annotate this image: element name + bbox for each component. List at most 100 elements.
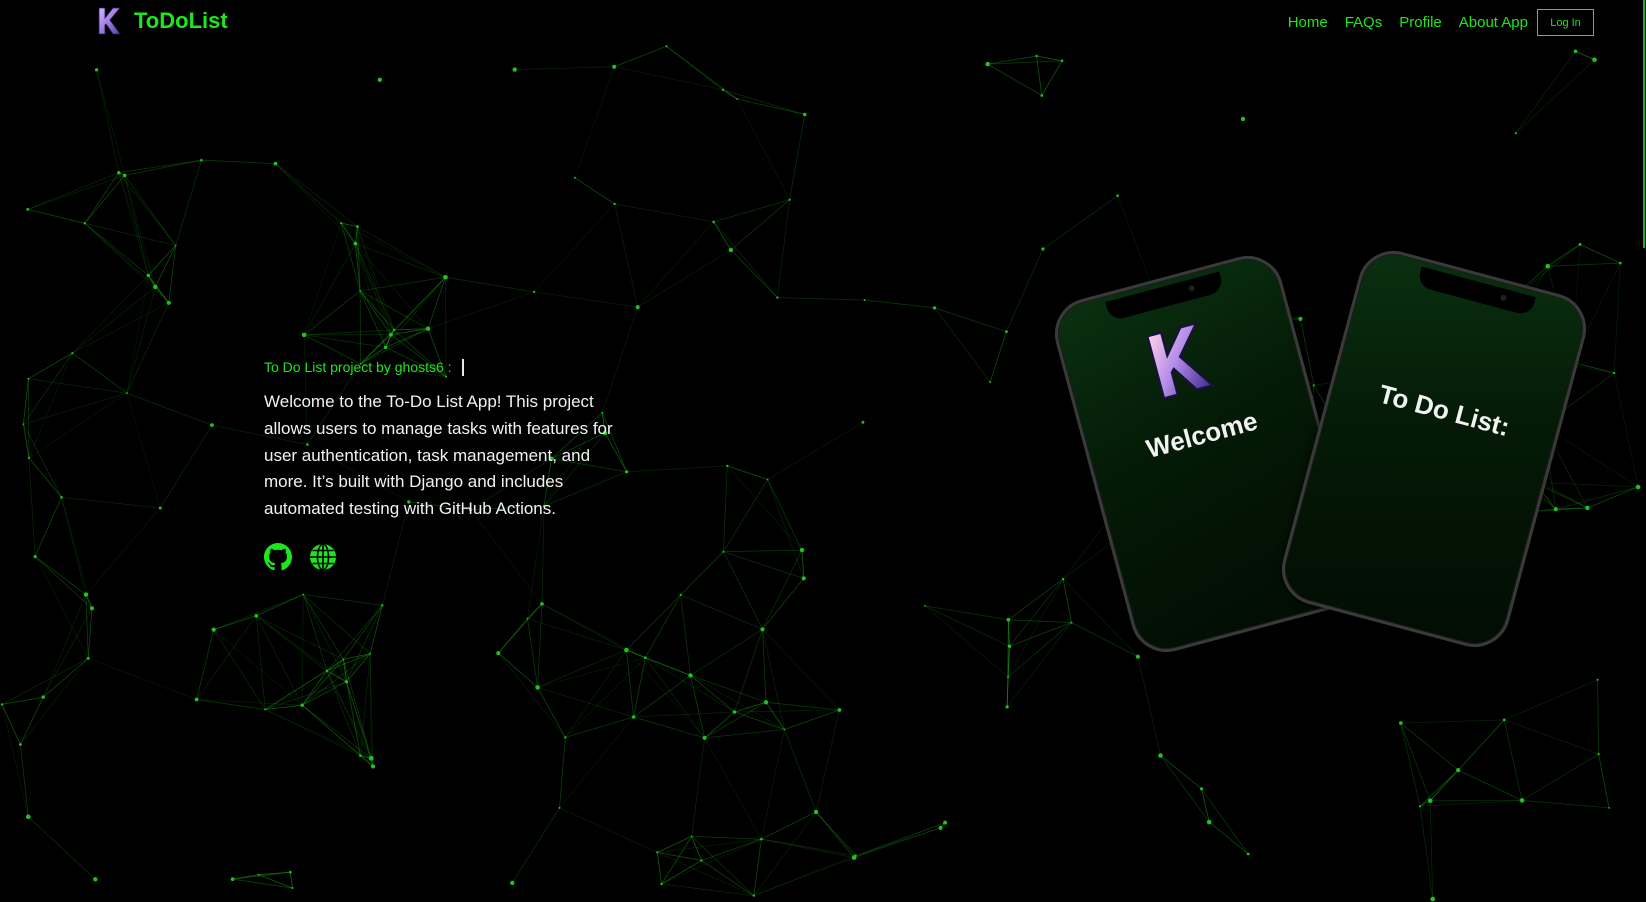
website-link[interactable] [309, 543, 337, 571]
k-logo-icon [1146, 321, 1215, 400]
network-node [273, 161, 278, 166]
network-line [713, 221, 778, 298]
network-line [626, 649, 691, 676]
network-node [27, 456, 31, 459]
network-line [1547, 262, 1621, 267]
network-line [734, 711, 785, 730]
network-node [300, 703, 304, 707]
network-node [369, 652, 372, 655]
network-line [72, 352, 128, 394]
scrollbar[interactable] [1643, 0, 1645, 248]
network-node [344, 680, 348, 684]
network-node [1585, 505, 1590, 511]
network-line [761, 811, 817, 840]
network-node [1158, 753, 1163, 758]
camera-icon [1187, 284, 1196, 293]
network-node [760, 837, 763, 841]
network-line [23, 392, 128, 425]
network-line [1555, 486, 1639, 510]
nav-profile[interactable]: Profile [1399, 14, 1442, 31]
network-line [637, 221, 714, 308]
network-line [96, 69, 120, 173]
network-line [148, 245, 176, 276]
network-line [369, 653, 372, 759]
network-line [1503, 719, 1523, 801]
network-line [1571, 361, 1615, 374]
hero-subtitle: To Do List project by ghosts6 : [264, 359, 452, 375]
github-link[interactable] [264, 542, 292, 571]
network-line [213, 594, 304, 630]
network-line [762, 629, 840, 711]
network-node [1456, 768, 1461, 773]
brand[interactable]: ToDoList [96, 6, 228, 36]
network-node [1200, 787, 1204, 791]
network-node [230, 877, 235, 881]
login-button[interactable]: Log In [1537, 9, 1594, 36]
network-line [355, 243, 446, 278]
network-line [1, 704, 21, 745]
network-line [28, 457, 62, 498]
network-node [722, 550, 725, 553]
network-node [0, 703, 4, 706]
network-line [72, 302, 169, 354]
network-node [932, 306, 937, 310]
network-line [126, 392, 213, 426]
network-node [540, 602, 544, 606]
network-line [924, 605, 1009, 678]
page: ToDoList Home FAQs Profile About App Log… [0, 0, 1646, 902]
network-line [765, 701, 840, 711]
nav-about-app[interactable]: About App [1459, 14, 1528, 31]
network-node [41, 695, 45, 699]
network-node [1041, 247, 1045, 251]
nav-faqs[interactable]: FAQs [1345, 14, 1383, 31]
network-node [732, 710, 737, 714]
network-line [723, 465, 728, 552]
network-line [1137, 656, 1161, 756]
network-line [924, 605, 1009, 621]
network-line [680, 551, 724, 596]
hero-description: Welcome to the To-Do List App! This proj… [264, 392, 613, 519]
network-line [723, 551, 804, 579]
network-node [1298, 316, 1303, 321]
network-node [631, 715, 636, 719]
network-node [254, 614, 259, 618]
network-line [777, 199, 790, 298]
network-node [1116, 194, 1119, 197]
network-node [264, 708, 267, 711]
network-line [85, 507, 161, 595]
network-node [1060, 59, 1064, 63]
network-node [1635, 484, 1641, 490]
nav-home[interactable]: Home [1288, 14, 1328, 31]
network-node [1545, 263, 1550, 269]
network-node [496, 651, 501, 656]
network-line [265, 709, 372, 759]
network-line [118, 172, 156, 288]
network-node [679, 593, 682, 597]
network-node [383, 345, 388, 350]
network-line [511, 807, 560, 884]
network-node [60, 496, 63, 499]
network-line [680, 594, 763, 630]
network-line [626, 594, 681, 651]
network-node [1553, 507, 1558, 512]
network-line [762, 578, 805, 630]
network-line [304, 329, 395, 336]
network-line [1006, 248, 1044, 332]
network-node [752, 894, 755, 897]
network-line [1579, 244, 1621, 264]
network-node [26, 814, 31, 820]
network-node [558, 806, 561, 809]
network-node [564, 736, 567, 739]
network-line [713, 199, 790, 223]
network-node [302, 593, 305, 596]
network-line [61, 496, 161, 509]
network-node [122, 173, 127, 178]
network-node [86, 656, 90, 660]
network-line [196, 629, 215, 700]
network-node [33, 555, 37, 559]
network-node [211, 627, 216, 632]
network-node [356, 225, 359, 229]
network-node [1608, 807, 1610, 809]
network-line [713, 221, 732, 251]
network-line [1504, 679, 1598, 721]
